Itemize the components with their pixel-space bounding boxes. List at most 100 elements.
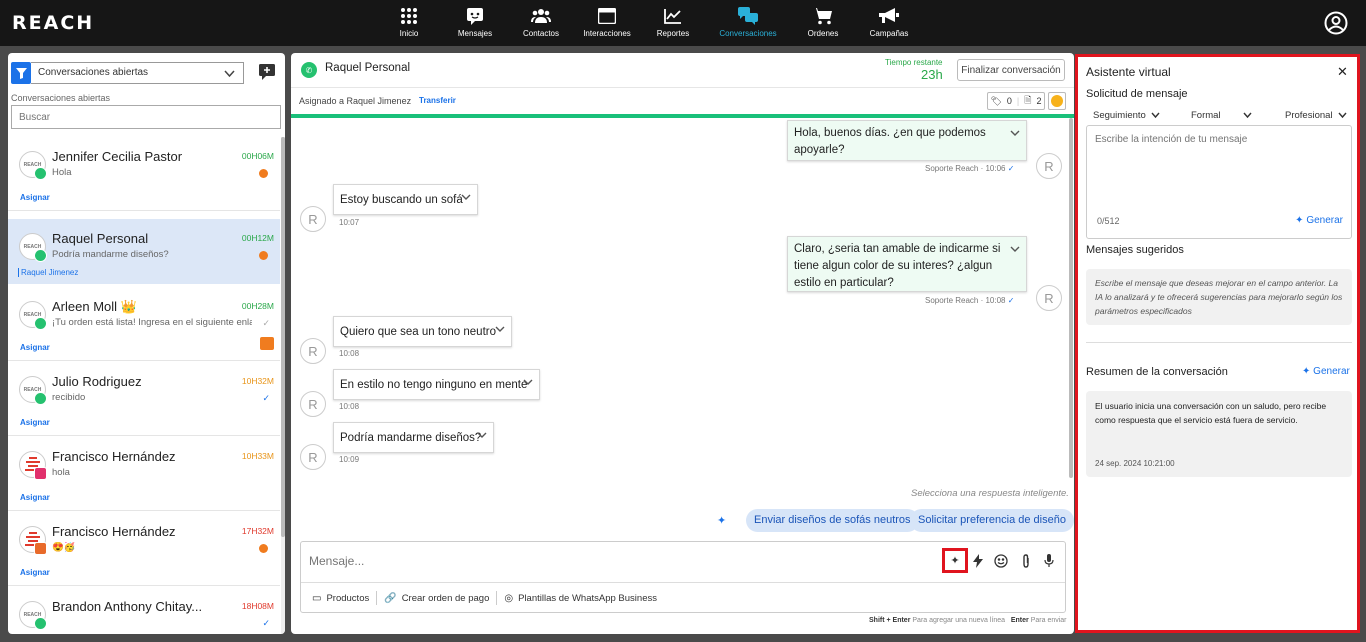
conversation-summary: El usuario inicia una conversación con u… (1086, 391, 1352, 477)
new-chat-icon[interactable] (259, 64, 275, 80)
message-preview: ¡Tu orden está lista! Ingresa en el sigu… (52, 317, 252, 328)
conversation-filter-select[interactable]: Conversaciones abiertas (31, 62, 244, 84)
incoming-message[interactable]: En estilo no tengo ninguno en mente (333, 369, 540, 400)
nav-campanas[interactable]: Campañas (856, 5, 922, 38)
smart-reply-hint: Selecciona una respuesta inteligente. (911, 488, 1069, 499)
message-preview: recibido (52, 392, 86, 403)
conversation-item[interactable]: REACH Julio Rodriguez recibido 10H32M ✓ … (8, 362, 280, 436)
cart-icon (812, 5, 834, 27)
message-request-title: Solicitud de mensaje (1086, 88, 1188, 100)
close-icon[interactable]: ✕ (1337, 64, 1348, 80)
top-bar: REACH Inicio Mensajes Contactos Interacc… (0, 0, 1366, 46)
whatsapp-icon (34, 317, 47, 330)
nav-label: Inicio (399, 29, 419, 38)
chat-scrollbar[interactable] (1069, 118, 1073, 478)
emoji-icon[interactable] (992, 552, 1010, 570)
attachment-icon[interactable] (1017, 552, 1035, 570)
assign-link[interactable]: Asignar (20, 193, 50, 202)
sparkle-icon: ✦ (717, 515, 727, 527)
contact-avatar: R (300, 444, 326, 470)
chevron-down-icon (1151, 112, 1160, 119)
summary-title: Resumen de la conversación (1086, 366, 1228, 378)
nav-reportes[interactable]: Reportes (640, 5, 706, 38)
chevron-down-icon[interactable] (523, 378, 533, 386)
nav-contactos[interactable]: Contactos (508, 5, 574, 38)
incoming-message[interactable]: Estoy buscando un sofá (333, 184, 478, 215)
search-input[interactable] (11, 105, 281, 129)
summary-timestamp: 24 sep. 2024 10:21:00 (1095, 459, 1175, 468)
conversation-item[interactable]: REACH Arleen Moll 👑 ¡Tu orden está lista… (8, 287, 280, 361)
style-select[interactable]: Profesional (1285, 110, 1347, 121)
read-tick-icon: ✓ (1007, 296, 1015, 305)
message-input[interactable] (301, 542, 941, 580)
composer-divider (301, 582, 1065, 583)
grid-icon (398, 5, 420, 27)
generate-summary-button[interactable]: ✦ Generar (1302, 366, 1350, 377)
ai-assistant-sparkle-icon[interactable]: ✦ (942, 548, 968, 573)
filter-button[interactable] (11, 62, 31, 84)
conversation-item-selected[interactable]: REACH Raquel Personal Podría mandarme di… (8, 219, 280, 284)
smart-reply-chip[interactable]: Solicitar preferencia de diseño (910, 509, 1074, 532)
elapsed-time: 00H28M (241, 301, 274, 311)
nav-conversaciones[interactable]: Conversaciones (706, 5, 790, 38)
unread-dot (259, 544, 268, 553)
chat-contact-name[interactable]: Raquel Personal (325, 62, 410, 74)
contact-name: Jennifer Cecilia Pastor (52, 149, 183, 164)
conversation-item[interactable]: Francisco Hernández hola 10H33M Asignar (8, 437, 280, 511)
chevron-down-icon[interactable] (477, 431, 487, 439)
nav-interacciones[interactable]: Interacciones (574, 5, 640, 38)
message-text: En estilo no tengo ninguno en mente (340, 379, 528, 391)
incoming-message[interactable]: Quiero que sea un tono neutro (333, 316, 512, 347)
smart-reply-chip[interactable]: Enviar diseños de sofás neutros (746, 509, 919, 532)
conversation-item[interactable]: REACH Brandon Anthony Chitay... 18H08M ✓ (8, 587, 280, 634)
tone-value: Formal (1191, 110, 1221, 121)
conversation-item[interactable]: REACH Jennifer Cecilia Pastor Hola 00H06… (8, 137, 280, 211)
conversation-item[interactable]: Francisco Hernández 😍🥳 17H32M Asignar (8, 512, 280, 586)
microphone-icon[interactable] (1040, 552, 1058, 570)
tone-select[interactable]: Formal (1191, 110, 1252, 121)
assign-link[interactable]: Asignar (20, 493, 50, 502)
time-left-value: 23h (921, 67, 943, 82)
tag-note-counters[interactable]: 🏷 0 | 🗎 2 (987, 92, 1045, 110)
chevron-down-icon[interactable] (495, 325, 505, 333)
transfer-link[interactable]: Transferir (419, 96, 456, 105)
assign-link[interactable]: Asignar (20, 568, 50, 577)
contact-name: Francisco Hernández (52, 449, 176, 464)
list-scrollbar-thumb[interactable] (281, 137, 285, 537)
user-profile-icon[interactable] (1324, 11, 1348, 35)
unread-dot (259, 251, 268, 260)
lightning-icon[interactable] (969, 552, 987, 570)
nav-label: Contactos (522, 29, 560, 38)
message-time: 10:07 (339, 218, 360, 227)
chevron-down-icon[interactable] (461, 193, 471, 201)
whatsapp-templates-button[interactable]: ◎ Plantillas de WhatsApp Business (497, 591, 664, 605)
instagram-icon (34, 542, 47, 555)
incoming-message[interactable]: Podría mandarme diseños? (333, 422, 494, 453)
message-text: Podría mandarme diseños? (340, 432, 482, 444)
contact-avatar: R (300, 206, 326, 232)
contact-name: Francisco Hernández (52, 524, 176, 539)
nav-label: Ordenes (807, 29, 839, 38)
intent-type-select[interactable]: Seguimiento (1093, 110, 1160, 121)
nav-mensajes[interactable]: Mensajes (442, 5, 508, 38)
nav-inicio[interactable]: Inicio (376, 5, 442, 38)
window-icon (596, 5, 618, 27)
outgoing-message[interactable]: Claro, ¿seria tan amable de indicarme si… (787, 236, 1027, 292)
sentiment-emoji-icon[interactable] (1048, 92, 1066, 110)
nav-ordenes[interactable]: Ordenes (790, 5, 856, 38)
finalize-conversation-button[interactable]: Finalizar conversación (957, 59, 1065, 81)
intent-textarea[interactable] (1087, 126, 1351, 206)
chevron-down-icon[interactable] (1010, 129, 1020, 137)
unread-dot (259, 169, 268, 178)
agent-avatar: R (1036, 153, 1062, 179)
app-logo[interactable]: REACH (12, 12, 94, 34)
create-payment-order-button[interactable]: 🔗 Crear orden de pago (377, 591, 498, 605)
products-button[interactable]: ▭ Productos (305, 591, 378, 605)
outgoing-message[interactable]: Hola, buenos días. ¿en que podemos apoya… (787, 120, 1027, 161)
chevron-down-icon[interactable] (1010, 245, 1020, 253)
generate-message-button[interactable]: ✦ Generar (1295, 215, 1343, 226)
assign-link[interactable]: Asignar (20, 418, 50, 427)
conversation-list-panel: Conversaciones abiertas Conversaciones a… (8, 53, 285, 634)
order-cart-icon[interactable] (260, 337, 274, 350)
assign-link[interactable]: Asignar (20, 343, 50, 352)
